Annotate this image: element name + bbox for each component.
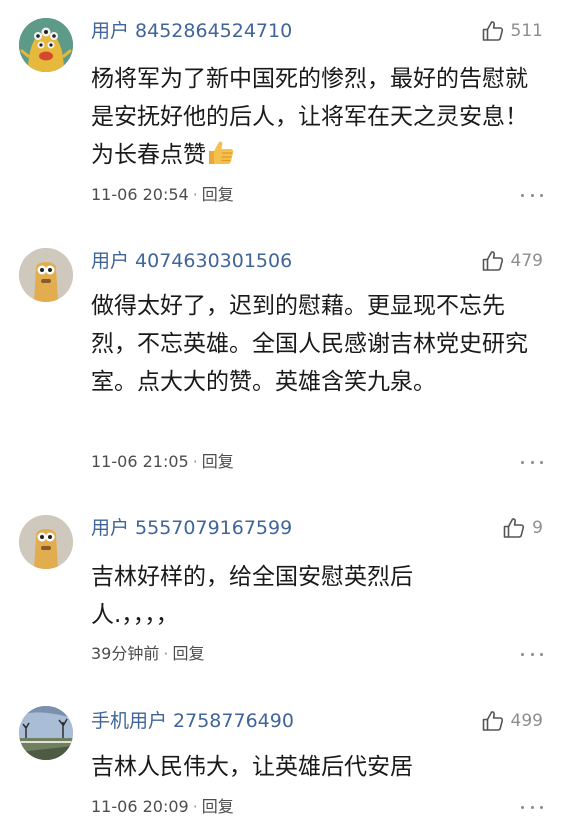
username[interactable]: 手机用户 2758776490 <box>91 708 294 734</box>
comment-time: 11-06 20:09 <box>91 797 189 816</box>
more-horizontal-icon[interactable] <box>521 796 543 818</box>
comment-meta: 11-06 20:09 · 回复 <box>91 796 234 818</box>
reply-button[interactable]: 回复 <box>202 797 234 816</box>
like-button[interactable]: 499 <box>481 708 543 734</box>
like-count: 499 <box>510 711 543 731</box>
avatar[interactable] <box>19 706 73 760</box>
meta-separator: · <box>192 797 198 816</box>
thumbs-up-icon <box>481 709 505 733</box>
comment-item: 手机用户 2758776490 499 吉林人民伟大，让英雄后代安居 11-06… <box>0 0 567 824</box>
landscape-photo-avatar-icon <box>19 706 73 760</box>
comment-text: 吉林人民伟大，让英雄后代安居 <box>91 754 413 780</box>
